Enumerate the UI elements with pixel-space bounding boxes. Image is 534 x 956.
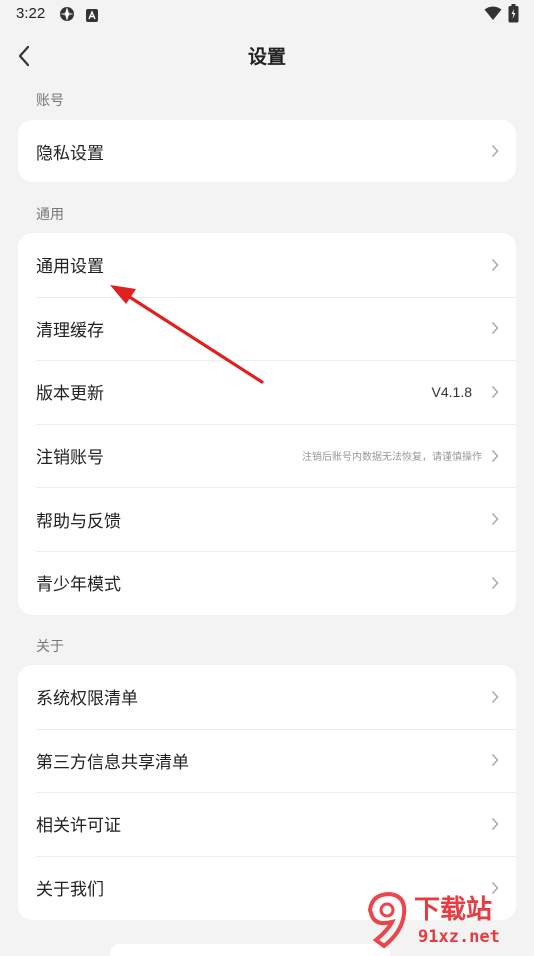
row-teen-mode[interactable]: 青少年模式 [18, 550, 516, 615]
vpn-icon [59, 6, 75, 26]
watermark-logo: 下载站 91xz.net [362, 888, 532, 950]
row-help-feedback[interactable]: 帮助与反馈 [18, 487, 516, 551]
row-licenses[interactable]: 相关许可证 [18, 792, 516, 856]
row-label: 青少年模式 [36, 575, 121, 596]
row-system-permissions[interactable]: 系统权限清单 [18, 665, 516, 729]
chevron-right-icon [491, 817, 499, 830]
chevron-right-icon [491, 576, 499, 589]
wifi-icon [484, 6, 502, 25]
section-label-general: 通用 [36, 207, 64, 223]
nav-bar: 设置 [0, 30, 534, 80]
row-label: 通用设置 [36, 257, 104, 278]
status-time: 3:22 [16, 5, 46, 22]
watermark-text-domain: 91xz.net [418, 927, 500, 947]
cancel-account-note: 注销后账号内数据无法恢复，请谨慎操作 [302, 452, 482, 464]
page-title: 设置 [247, 46, 286, 68]
row-privacy-settings[interactable]: 隐私设置 [18, 120, 516, 182]
row-cancel-account[interactable]: 注销账号 注销后账号内数据无法恢复，请谨慎操作 [18, 423, 516, 488]
row-label: 注销账号 [36, 448, 104, 469]
row-clear-cache[interactable]: 清理缓存 [18, 296, 516, 361]
section-label-about: 关于 [36, 639, 64, 655]
row-third-party-sharing[interactable]: 第三方信息共享清单 [18, 728, 516, 793]
battery-icon [508, 4, 519, 27]
row-label: 系统权限清单 [36, 689, 138, 710]
chevron-right-icon [491, 449, 499, 462]
version-value: V4.1.8 [431, 383, 472, 400]
card-account: 隐私设置 [18, 120, 516, 182]
chevron-right-icon [491, 690, 499, 703]
row-label: 帮助与反馈 [36, 511, 121, 532]
chevron-right-icon [491, 258, 499, 271]
row-label: 隐私设置 [36, 143, 104, 164]
row-version-update[interactable]: 版本更新 V4.1.8 [18, 360, 516, 424]
row-general-settings[interactable]: 通用设置 [18, 233, 516, 297]
status-bar: 3:22 [0, 0, 534, 28]
row-label: 清理缓存 [36, 320, 104, 341]
bottom-card-peek [110, 944, 390, 956]
chevron-right-icon [491, 144, 499, 158]
card-about: 系统权限清单 第三方信息共享清单 相关许可证 关于我们 [18, 665, 516, 920]
chevron-right-icon [491, 754, 499, 767]
row-label: 第三方信息共享清单 [36, 752, 189, 773]
chevron-right-icon [491, 385, 499, 398]
chevron-right-icon [491, 513, 499, 526]
section-label-account: 账号 [36, 93, 64, 109]
row-label: 相关许可证 [36, 816, 121, 837]
watermark-graphic: 下载站 91xz.net [367, 891, 500, 949]
watermark-text-cn: 下载站 [414, 895, 492, 925]
a-box-icon [86, 7, 98, 26]
row-label: 版本更新 [36, 384, 104, 405]
card-general: 通用设置 清理缓存 版本更新 V4.1.8 注销账号 注销后账号内数据无法恢复，… [18, 233, 516, 615]
chevron-right-icon [491, 322, 499, 335]
row-label: 关于我们 [36, 880, 104, 901]
